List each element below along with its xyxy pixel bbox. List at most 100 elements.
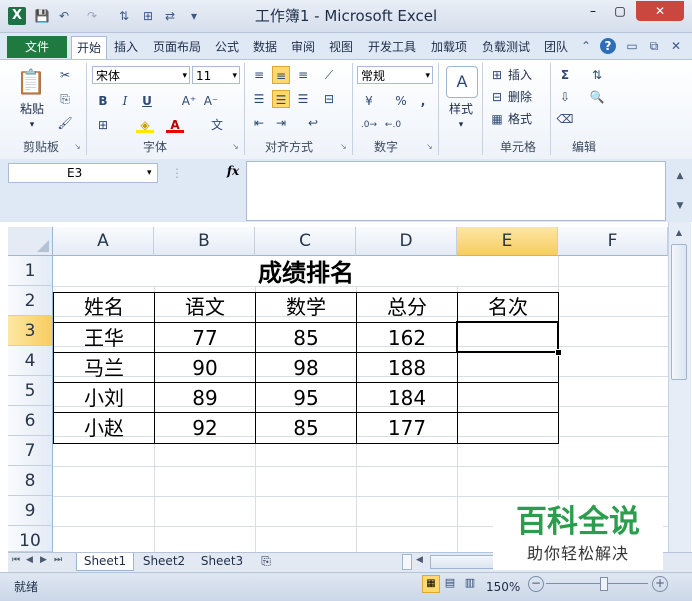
close-button[interactable]: ✕ (636, 1, 684, 21)
select-all-button[interactable] (8, 227, 53, 256)
styles-dropdown-icon[interactable]: ▾ (455, 116, 467, 134)
formula-bar-expander-icon[interactable]: ⋮ (166, 163, 188, 183)
paste-icon[interactable]: 📋 (14, 66, 48, 98)
row-header-3[interactable]: 3 (8, 316, 53, 346)
tab-formulas[interactable]: 公式 (210, 36, 244, 58)
scroll-left-icon[interactable]: ◀ (416, 555, 428, 565)
cell-c3[interactable]: 85 (256, 323, 356, 353)
italic-button[interactable]: I (116, 92, 134, 110)
column-header-a[interactable]: A (53, 227, 154, 256)
tab-team[interactable]: 团队 (540, 36, 572, 58)
bold-button[interactable]: B (94, 92, 112, 110)
cell-a5[interactable]: 小刘 (54, 383, 154, 413)
row-header-5[interactable]: 5 (8, 376, 53, 406)
cell-c4[interactable]: 98 (256, 353, 356, 383)
sort-filter-icon[interactable]: ⇅ (588, 66, 606, 84)
align-left-icon[interactable]: ☰ (250, 90, 268, 108)
underline-button[interactable]: U (138, 92, 156, 110)
cell-e2[interactable]: 名次 (458, 292, 558, 322)
font-size-select[interactable]: 11 ▾ (192, 66, 240, 84)
column-header-f[interactable]: F (558, 227, 668, 256)
tab-add-ins[interactable]: 加载项 (426, 36, 472, 58)
tab-page-layout[interactable]: 页面布局 (148, 36, 206, 58)
cell-a3[interactable]: 王华 (54, 323, 154, 353)
autosum-button[interactable]: Σ (556, 66, 574, 84)
normal-view-icon[interactable]: ▦ (422, 575, 440, 593)
cell-d3[interactable]: 162 (357, 323, 457, 353)
comma-button[interactable]: , (414, 92, 432, 110)
insert-sheet-icon[interactable]: ⎘ (256, 553, 276, 570)
row-header-4[interactable]: 4 (8, 346, 53, 376)
styles-icon[interactable]: A (446, 66, 478, 98)
column-header-e[interactable]: E (457, 227, 558, 256)
row-header-9[interactable]: 9 (8, 496, 53, 526)
scroll-up-icon[interactable]: ▲ (671, 226, 687, 240)
formula-input[interactable] (246, 161, 666, 221)
align-top-icon[interactable]: ≡ (250, 66, 268, 84)
restore-icon[interactable]: ▭ (624, 38, 640, 54)
copy-icon[interactable]: ⎘ (56, 90, 74, 108)
cell-d6[interactable]: 177 (357, 413, 457, 443)
column-header-b[interactable]: B (154, 227, 255, 256)
zoom-level[interactable]: 150% (486, 578, 520, 596)
row-header-6[interactable]: 6 (8, 406, 53, 436)
cell-c2[interactable]: 数学 (256, 292, 356, 322)
cell-a4[interactable]: 马兰 (54, 353, 154, 383)
cell-b5[interactable]: 89 (155, 383, 255, 413)
delete-cells-icon[interactable]: ⊟ (488, 88, 506, 106)
cell-d4[interactable]: 188 (357, 353, 457, 383)
phonetic-icon[interactable]: 文 (208, 116, 226, 134)
align-center-icon[interactable]: ☰ (272, 90, 290, 108)
cut-icon[interactable]: ✂ (56, 66, 74, 84)
tab-file[interactable]: 文件 (7, 36, 67, 58)
font-name-select[interactable]: 宋体 ▾ (92, 66, 190, 84)
font-launcher-icon[interactable]: ↘ (232, 143, 240, 151)
fill-color-icon[interactable]: ◈ (136, 116, 154, 133)
tab-review[interactable]: 审阅 (286, 36, 320, 58)
clipboard-launcher-icon[interactable]: ↘ (74, 143, 82, 151)
cell-b6[interactable]: 92 (155, 413, 255, 443)
column-header-c[interactable]: C (255, 227, 356, 256)
row-header-2[interactable]: 2 (8, 286, 53, 316)
workbook-close-icon[interactable]: ✕ (668, 38, 684, 54)
format-painter-icon[interactable]: 🖌 (56, 114, 74, 132)
sheet-tab-sheet2[interactable]: Sheet2 (136, 553, 192, 570)
maximize-button[interactable]: ▢ (607, 1, 633, 21)
increase-indent-icon[interactable]: ⇥ (272, 114, 290, 132)
column-header-d[interactable]: D (356, 227, 457, 256)
row-header-10[interactable]: 10 (8, 526, 53, 552)
sheet-tab-sheet3[interactable]: Sheet3 (194, 553, 250, 570)
cell-d2[interactable]: 总分 (357, 292, 457, 322)
delete-cells-button[interactable]: 删除 (508, 88, 548, 106)
zoom-slider-thumb[interactable] (600, 577, 608, 591)
insert-cells-button[interactable]: 插入 (508, 66, 548, 84)
tab-home[interactable]: 开始 (71, 36, 107, 59)
tab-developer[interactable]: 开发工具 (362, 36, 422, 58)
minimize-button[interactable]: – (580, 1, 606, 21)
number-format-select[interactable]: 常规 ▾ (357, 66, 433, 84)
row-header-7[interactable]: 7 (8, 436, 53, 466)
increase-font-icon[interactable]: A⁺ (180, 92, 198, 110)
cell-b2[interactable]: 语文 (155, 292, 255, 322)
horizontal-scroll-thumb[interactable] (430, 555, 500, 569)
tab-insert[interactable]: 插入 (108, 36, 144, 58)
border-icon[interactable]: ⊞ (94, 116, 112, 134)
cell-d5[interactable]: 184 (357, 383, 457, 413)
name-box[interactable]: E3 ▾ (8, 163, 158, 183)
decrease-font-icon[interactable]: A⁻ (202, 92, 220, 110)
first-sheet-icon[interactable]: ⏮ (12, 555, 24, 565)
decrease-decimal-icon[interactable]: ←.0 (384, 116, 402, 134)
align-right-icon[interactable]: ☰ (294, 90, 312, 108)
sheet-tab-sheet1[interactable]: Sheet1 (76, 553, 134, 571)
increase-decimal-icon[interactable]: .0→ (360, 116, 378, 134)
align-bottom-icon[interactable]: ≡ (294, 66, 312, 84)
zoom-in-icon[interactable]: + (652, 576, 668, 592)
tab-view[interactable]: 视图 (324, 36, 358, 58)
wrap-text-icon[interactable]: ↩ (304, 114, 322, 132)
formula-bar-scroll-icon[interactable]: ▲ ▼ (672, 161, 688, 221)
vertical-scroll-thumb[interactable] (671, 244, 687, 380)
page-break-view-icon[interactable]: ▥ (462, 575, 478, 591)
tab-split-handle[interactable] (402, 554, 412, 570)
cell-c6[interactable]: 85 (256, 413, 356, 443)
percent-button[interactable]: % (392, 92, 410, 110)
